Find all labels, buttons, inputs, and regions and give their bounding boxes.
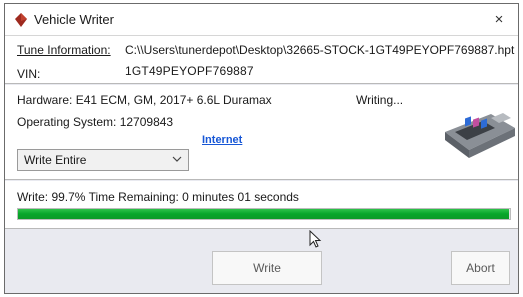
write-button[interactable]: Write [212, 251, 322, 285]
progress-panel: Write: 99.7% Time Remaining: 0 minutes 0… [5, 181, 518, 229]
abort-button-label: Abort [466, 261, 495, 275]
tune-information-label[interactable]: Tune Information: [17, 43, 111, 57]
write-button-label: Write [253, 261, 281, 275]
progress-bar [17, 208, 511, 220]
internet-link[interactable]: Internet [202, 134, 242, 146]
chevron-down-icon [172, 156, 182, 162]
close-icon: × [494, 10, 504, 28]
window-title: Vehicle Writer [34, 12, 114, 27]
close-button[interactable]: × [486, 8, 512, 30]
mouse-cursor-icon [309, 230, 322, 248]
tune-file-path: C:\\Users\tunerdepot\Desktop\32665-STOCK… [125, 43, 515, 57]
hardware-panel: Hardware: E41 ECM, GM, 2017+ 6.6L Durama… [5, 85, 518, 180]
title-bar: Vehicle Writer × [5, 4, 518, 35]
vin-value: 1GT49PEYOPF769887 [125, 64, 254, 78]
car-icon [15, 13, 27, 27]
vehicle-writer-window: Vehicle Writer × Tune Information: C:\\U… [4, 3, 519, 294]
hardware-info: Hardware: E41 ECM, GM, 2017+ 6.6L Durama… [17, 93, 272, 107]
write-mode-select[interactable]: Write Entire [17, 149, 189, 171]
operating-system-info: Operating System: 12709843 [17, 115, 174, 129]
progress-bar-fill [18, 209, 509, 219]
write-mode-value: Write Entire [24, 153, 87, 167]
tune-info-panel: Tune Information: C:\\Users\tunerdepot\D… [5, 35, 518, 84]
ecm-module-image [445, 113, 515, 158]
write-status: Writing... [356, 93, 404, 107]
abort-button[interactable]: Abort [451, 251, 510, 285]
progress-status: Write: 99.7% Time Remaining: 0 minutes 0… [17, 190, 299, 204]
vin-label: VIN: [17, 67, 41, 81]
